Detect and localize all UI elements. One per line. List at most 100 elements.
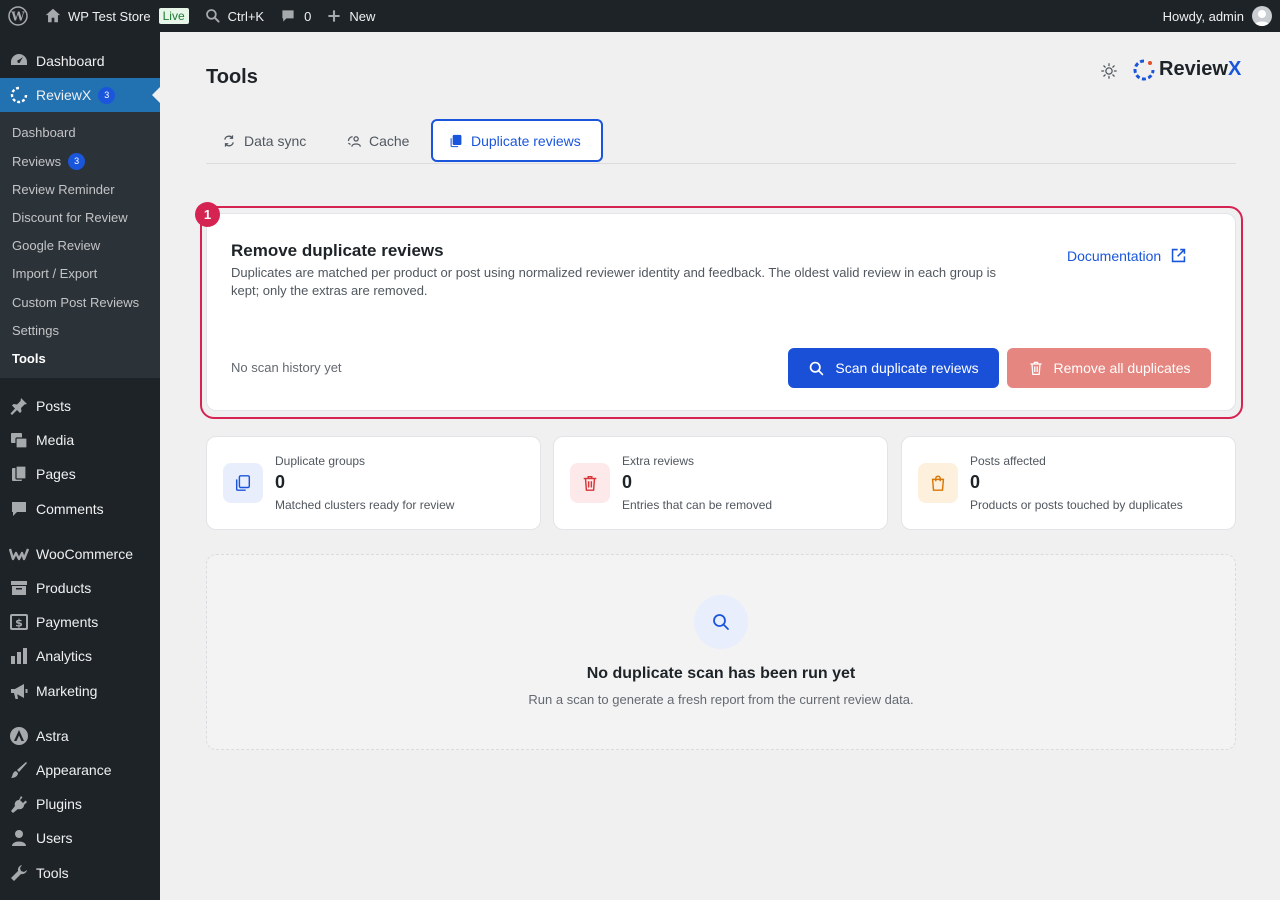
- admin-bar: W WP Test Store Live Ctrl+K 0 New Howdy,…: [0, 0, 1280, 32]
- submenu-item-label: Reviews: [12, 153, 62, 169]
- sidebar-item-marketing[interactable]: Marketing: [0, 674, 160, 708]
- sidebar-item-label: Payments: [36, 614, 99, 630]
- remove-duplicates-card: Remove duplicate reviews Duplicates are …: [206, 213, 1236, 411]
- tab-cache[interactable]: Cache: [331, 119, 425, 162]
- sidebar-item-label: Posts: [36, 398, 72, 414]
- submenu-item-reviews[interactable]: Reviews 3: [12, 151, 86, 171]
- comment-icon: [282, 10, 294, 22]
- sidebar-item-plugins[interactable]: Plugins: [0, 787, 160, 821]
- comments-link[interactable]: 0: [272, 0, 319, 32]
- submenu-item-custom-post-reviews[interactable]: Custom Post Reviews: [12, 292, 139, 312]
- my-account[interactable]: Howdy, admin: [1163, 0, 1272, 32]
- sync-icon: [224, 134, 234, 147]
- submenu-item-review-reminder[interactable]: Review Reminder: [12, 179, 115, 199]
- remove-button-label: Remove all duplicates: [1053, 360, 1191, 376]
- stat-description: Matched clusters ready for review: [275, 498, 455, 512]
- sidebar-item-appearance[interactable]: Appearance: [0, 753, 160, 787]
- submenu-item-settings[interactable]: Settings: [12, 320, 59, 340]
- remove-all-duplicates-button[interactable]: Remove all duplicates: [1007, 348, 1211, 388]
- sidebar-item-label: Users: [36, 830, 73, 846]
- copy-icon: [450, 134, 462, 147]
- svg-text:W: W: [10, 10, 25, 24]
- admin-sidebar: Dashboard ReviewX 3 Dashboard Reviews 3 …: [0, 32, 160, 900]
- search-shortcut[interactable]: Ctrl+K: [197, 0, 272, 32]
- sidebar-item-label: Pages: [36, 466, 76, 482]
- trash-icon: [1029, 361, 1042, 376]
- card-description: Duplicates are matched per product or po…: [231, 265, 997, 298]
- sidebar-item-comments[interactable]: Comments: [0, 492, 160, 526]
- stat-card-posts-affected: Posts affected 0 Products or posts touch…: [901, 436, 1236, 530]
- brush-icon: [0, 760, 36, 780]
- sidebar-item-reviewx[interactable]: ReviewX 3: [0, 78, 160, 112]
- stat-value: 0: [970, 472, 981, 492]
- theme-toggle-button[interactable]: [1100, 62, 1118, 80]
- stat-description: Products or posts touched by duplicates: [970, 498, 1183, 512]
- sidebar-item-label: Products: [36, 580, 92, 596]
- reviews-count-badge: 3: [68, 152, 86, 170]
- copy-icon: [223, 463, 263, 503]
- sidebar-item-analytics[interactable]: Analytics: [0, 639, 160, 673]
- new-label: New: [349, 8, 376, 24]
- sidebar-item-products[interactable]: Products: [0, 571, 160, 605]
- page-title: Tools: [206, 66, 258, 88]
- new-content-link[interactable]: New: [319, 0, 383, 32]
- cache-icon: [347, 135, 361, 147]
- empty-state-description: Run a scan to generate a fresh report fr…: [528, 692, 914, 707]
- stat-card-extra-reviews: Extra reviews 0 Entries that can be remo…: [553, 436, 888, 530]
- sidebar-item-media[interactable]: Media: [0, 423, 160, 457]
- submenu-item-import-export[interactable]: Import / Export: [12, 263, 97, 283]
- archive-icon: [0, 578, 36, 598]
- logo-text: Review: [1159, 58, 1228, 80]
- submenu-item-discount-for-review[interactable]: Discount for Review: [12, 207, 128, 227]
- media-icon: [0, 430, 36, 450]
- bag-icon: [918, 463, 958, 503]
- search-icon: [694, 595, 748, 649]
- scan-history-status: No scan history yet: [231, 360, 342, 375]
- external-link-icon: [1171, 248, 1186, 263]
- payments-icon: $: [0, 612, 36, 632]
- sidebar-item-astra[interactable]: Astra: [0, 719, 160, 753]
- sidebar-item-woocommerce[interactable]: WooCommerce: [0, 537, 160, 571]
- plus-icon: [328, 10, 340, 22]
- sidebar-item-label: Marketing: [36, 683, 98, 699]
- site-name-link[interactable]: WP Test Store Live: [36, 0, 197, 32]
- stat-label: Posts affected: [970, 454, 1046, 468]
- search-icon: [810, 361, 824, 375]
- stat-label: Extra reviews: [622, 454, 695, 468]
- logo-accent: X: [1227, 58, 1242, 80]
- stat-value: 0: [622, 472, 633, 492]
- dashboard-icon: [0, 51, 36, 71]
- stat-label: Duplicate groups: [275, 454, 366, 468]
- documentation-label: Documentation: [1067, 247, 1162, 264]
- woocommerce-icon: [0, 544, 36, 564]
- sidebar-item-users[interactable]: Users: [0, 821, 160, 855]
- megaphone-icon: [0, 681, 36, 701]
- svg-text:$: $: [15, 617, 23, 630]
- submenu-item-tools[interactable]: Tools: [12, 348, 46, 368]
- home-icon: [45, 8, 61, 23]
- tab-label: Duplicate reviews: [471, 132, 581, 149]
- pin-icon: [0, 396, 36, 416]
- wordpress-logo-icon[interactable]: W: [0, 0, 36, 32]
- sidebar-item-label: Dashboard: [36, 53, 105, 69]
- submenu-item-google-review[interactable]: Google Review: [12, 235, 100, 255]
- wrench-icon: [0, 863, 36, 883]
- reviewx-logo: ReviewX: [1133, 58, 1241, 81]
- sidebar-item-posts[interactable]: Posts: [0, 389, 160, 423]
- pages-icon: [0, 464, 36, 484]
- sidebar-item-label: ReviewX: [36, 87, 92, 103]
- reviewx-count-badge: 3: [98, 86, 116, 104]
- documentation-link[interactable]: Documentation: [1067, 247, 1187, 264]
- tab-data-sync[interactable]: Data sync: [206, 119, 322, 162]
- scan-duplicates-button[interactable]: Scan duplicate reviews: [788, 348, 999, 388]
- sidebar-item-pages[interactable]: Pages: [0, 457, 160, 491]
- sidebar-item-payments[interactable]: $ Payments: [0, 605, 160, 639]
- tab-duplicate-reviews[interactable]: Duplicate reviews: [431, 119, 603, 162]
- sidebar-item-label: Media: [36, 432, 75, 448]
- submenu-item-dashboard[interactable]: Dashboard: [12, 122, 76, 142]
- sidebar-item-dashboard[interactable]: Dashboard: [0, 44, 160, 78]
- sidebar-item-tools[interactable]: Tools: [0, 856, 160, 890]
- sidebar-item-label: Appearance: [36, 762, 112, 778]
- main-content: Tools ReviewX Data sync Cache Duplicate …: [160, 32, 1280, 900]
- live-badge: Live: [158, 8, 189, 24]
